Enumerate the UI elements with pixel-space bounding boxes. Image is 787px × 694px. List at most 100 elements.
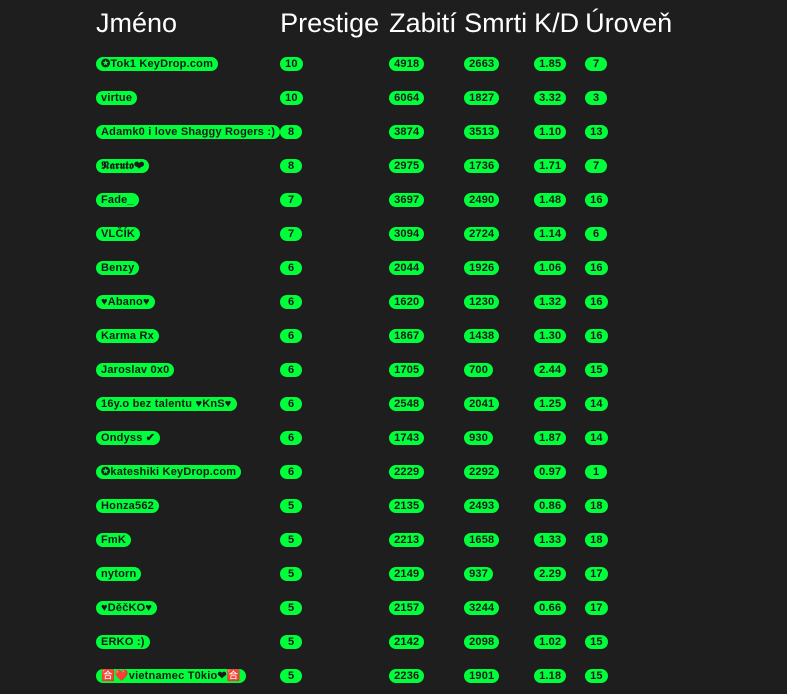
table-row: Adamk0 i love Shaggy Rogers :) 8 3874 35… — [96, 114, 685, 148]
deaths-value: 3513 — [464, 125, 500, 139]
level-value: 6 — [585, 227, 608, 241]
deaths-value: 2724 — [464, 227, 500, 241]
prestige-value: 8 — [280, 159, 303, 173]
prestige-value: 10 — [280, 57, 303, 71]
player-name[interactable]: 🈴❤️vietnamec T0kio❤🈴 — [96, 669, 246, 683]
player-name[interactable]: VLČÍK — [96, 227, 140, 241]
kd-value: 1.85 — [534, 57, 567, 71]
player-name[interactable]: ♥DěčKO♥ — [96, 601, 158, 615]
leaderboard-table: Jméno Prestige Zabití Smrti K/D Úroveň ✪… — [96, 0, 685, 692]
kills-value: 1867 — [389, 329, 425, 343]
level-value: 18 — [585, 499, 608, 513]
kills-value: 1743 — [389, 431, 425, 445]
level-value: 16 — [585, 261, 608, 275]
player-name[interactable]: Honza562 — [96, 499, 159, 513]
prestige-value: 10 — [280, 91, 303, 105]
kills-value: 6064 — [389, 91, 425, 105]
player-name[interactable]: Ondyss ✔ — [96, 431, 161, 445]
table-row: ✪kateshiki KeyDrop.com 6 2229 2292 0.97 … — [96, 454, 685, 488]
table-row: 🈴❤️vietnamec T0kio❤🈴 5 2236 1901 1.18 15 — [96, 658, 685, 692]
header-kills[interactable]: Zabití — [389, 0, 464, 46]
table-row: nytorn 5 2149 937 2.29 17 — [96, 556, 685, 590]
kills-value: 2157 — [389, 601, 425, 615]
table-row: ♥Abano♥ 6 1620 1230 1.32 16 — [96, 284, 685, 318]
table-row: 16y.o bez talentu ♥KnS♥ 6 2548 2041 1.25… — [96, 386, 685, 420]
deaths-value: 2292 — [464, 465, 500, 479]
level-value: 15 — [585, 363, 608, 377]
kd-value: 1.71 — [534, 159, 567, 173]
player-name[interactable]: FmK — [96, 533, 132, 547]
deaths-value: 2663 — [464, 57, 500, 71]
kd-value: 1.32 — [534, 295, 567, 309]
deaths-value: 1736 — [464, 159, 500, 173]
level-value: 7 — [585, 159, 608, 173]
header-name[interactable]: Jméno — [96, 0, 280, 46]
deaths-value: 2493 — [464, 499, 500, 513]
level-value: 15 — [585, 635, 608, 649]
prestige-value: 6 — [280, 465, 303, 479]
prestige-value: 5 — [280, 499, 303, 513]
prestige-value: 5 — [280, 635, 303, 649]
deaths-value: 930 — [464, 431, 494, 445]
kd-value: 0.66 — [534, 601, 567, 615]
player-name[interactable]: Benzy — [96, 261, 140, 275]
kills-value: 2044 — [389, 261, 425, 275]
level-value: 14 — [585, 397, 608, 411]
level-value: 18 — [585, 533, 608, 547]
table-row: FmK 5 2213 1658 1.33 18 — [96, 522, 685, 556]
prestige-value: 6 — [280, 261, 303, 275]
kills-value: 2135 — [389, 499, 425, 513]
prestige-value: 6 — [280, 397, 303, 411]
kd-value: 1.25 — [534, 397, 567, 411]
level-value: 15 — [585, 669, 608, 683]
player-name[interactable]: ✪kateshiki KeyDrop.com — [96, 465, 242, 479]
level-value: 16 — [585, 295, 608, 309]
level-value: 16 — [585, 193, 608, 207]
player-name[interactable]: Adamk0 i love Shaggy Rogers :) — [96, 125, 281, 139]
prestige-value: 7 — [280, 227, 303, 241]
player-name[interactable]: 16y.o bez talentu ♥KnS♥ — [96, 397, 237, 411]
table-row: ✪Tok1 KeyDrop.com 10 4918 2663 1.85 7 — [96, 46, 685, 80]
prestige-value: 7 — [280, 193, 303, 207]
header-prestige[interactable]: Prestige — [280, 0, 389, 46]
header-kd[interactable]: K/D — [534, 0, 585, 46]
deaths-value: 1901 — [464, 669, 500, 683]
deaths-value: 2098 — [464, 635, 500, 649]
player-name[interactable]: 𝕹𝖆𝖗𝖚𝖙𝖔❤ — [96, 159, 150, 173]
player-name[interactable]: Fade_ — [96, 193, 139, 207]
table-row: Karma Rx 6 1867 1438 1.30 16 — [96, 318, 685, 352]
kills-value: 4918 — [389, 57, 425, 71]
deaths-value: 2041 — [464, 397, 500, 411]
kills-value: 2229 — [389, 465, 425, 479]
prestige-value: 6 — [280, 329, 303, 343]
player-name[interactable]: nytorn — [96, 567, 142, 581]
kills-value: 3697 — [389, 193, 425, 207]
kills-value: 1705 — [389, 363, 425, 377]
player-name[interactable]: ERKO :) — [96, 635, 150, 649]
player-name[interactable]: Karma Rx — [96, 329, 159, 343]
kills-value: 1620 — [389, 295, 425, 309]
leaderboard-body: ✪Tok1 KeyDrop.com 10 4918 2663 1.85 7 vi… — [96, 46, 685, 692]
kills-value: 2142 — [389, 635, 425, 649]
level-value: 13 — [585, 125, 608, 139]
player-name[interactable]: ♥Abano♥ — [96, 295, 155, 309]
kd-value: 1.30 — [534, 329, 567, 343]
player-name[interactable]: virtue — [96, 91, 138, 105]
kd-value: 1.48 — [534, 193, 567, 207]
kd-value: 0.86 — [534, 499, 567, 513]
level-value: 17 — [585, 567, 608, 581]
kd-value: 1.18 — [534, 669, 567, 683]
table-row: 𝕹𝖆𝖗𝖚𝖙𝖔❤ 8 2975 1736 1.71 7 — [96, 148, 685, 182]
table-row: ERKO :) 5 2142 2098 1.02 15 — [96, 624, 685, 658]
kd-value: 1.33 — [534, 533, 567, 547]
kills-value: 2149 — [389, 567, 425, 581]
player-name[interactable]: Jaroslav 0x0 — [96, 363, 175, 377]
header-level[interactable]: Úroveň — [585, 0, 685, 46]
deaths-value: 700 — [464, 363, 494, 377]
kd-value: 1.06 — [534, 261, 567, 275]
player-name[interactable]: ✪Tok1 KeyDrop.com — [96, 57, 219, 71]
header-deaths[interactable]: Smrti — [464, 0, 534, 46]
prestige-value: 5 — [280, 533, 303, 547]
level-value: 16 — [585, 329, 608, 343]
level-value: 17 — [585, 601, 608, 615]
